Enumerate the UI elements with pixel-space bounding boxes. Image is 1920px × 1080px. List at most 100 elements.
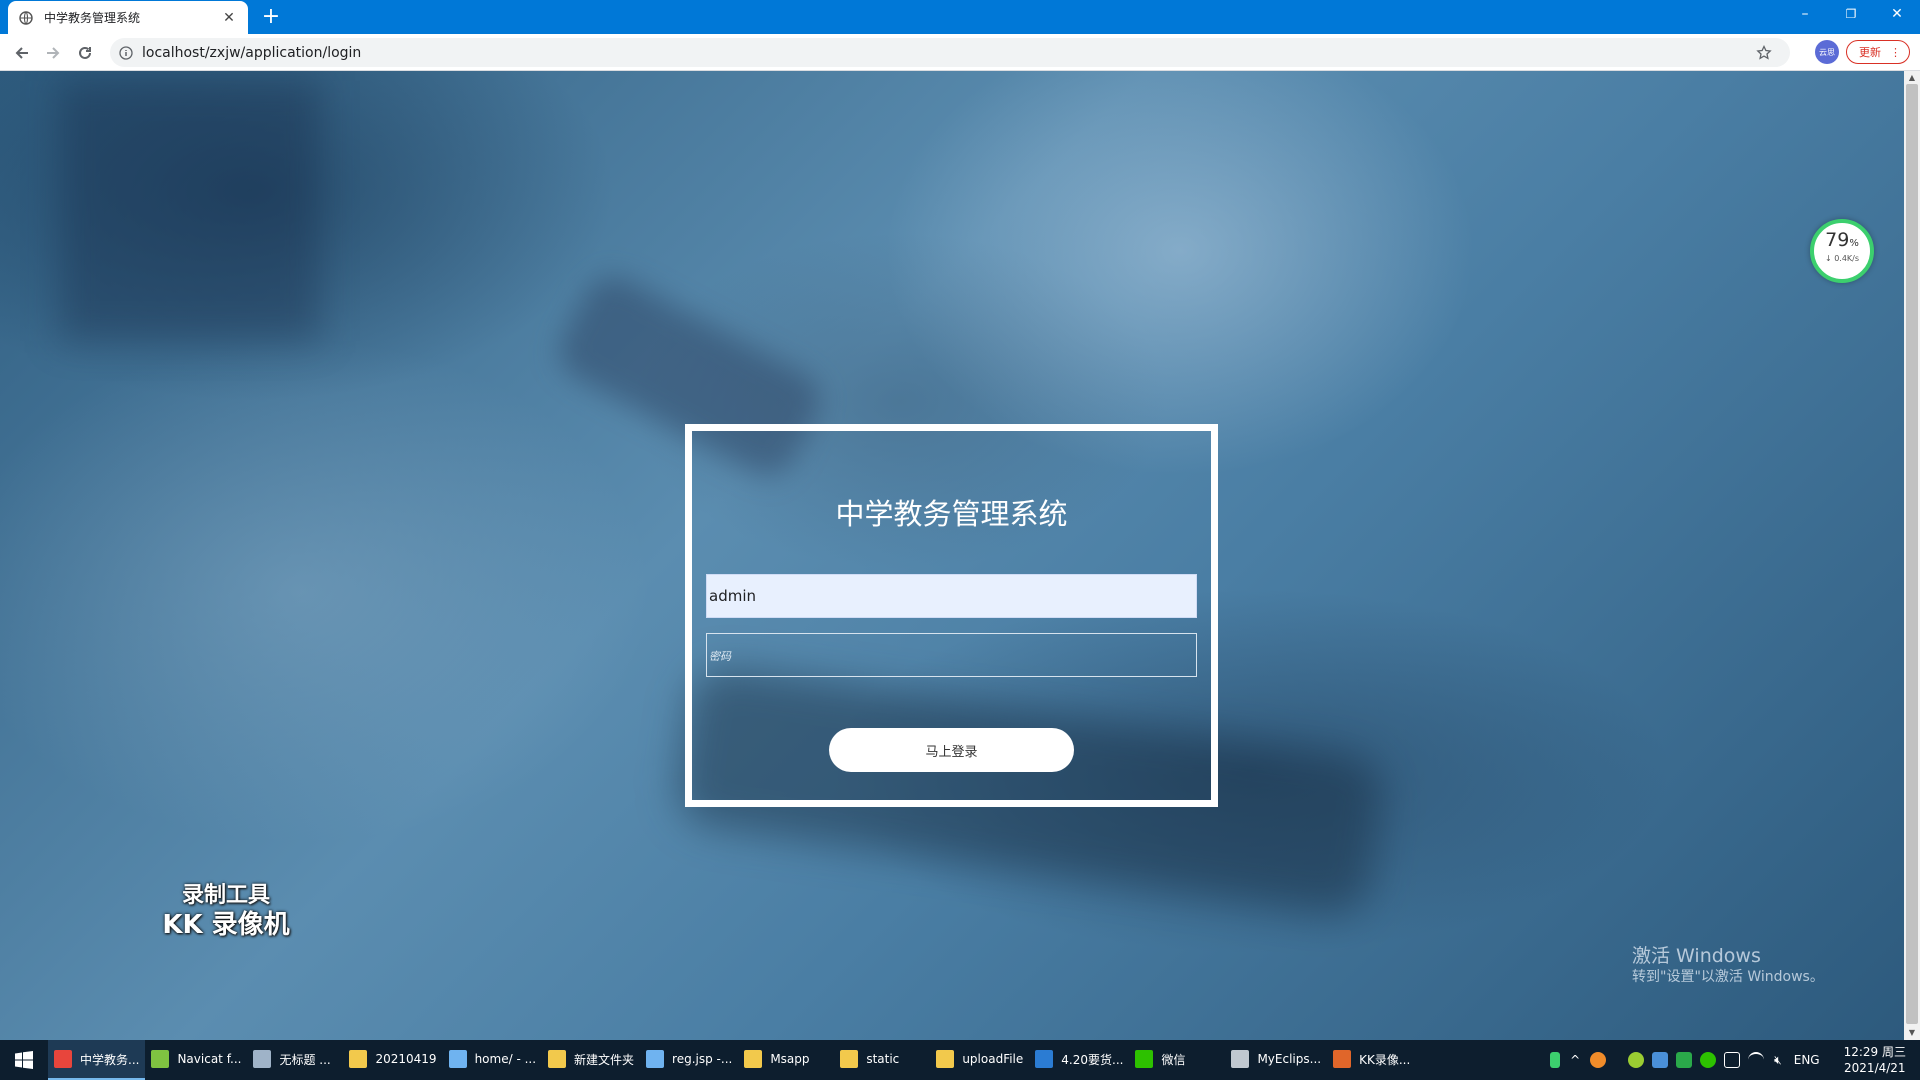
info-icon[interactable] xyxy=(118,45,134,61)
scroll-down-icon[interactable]: ▼ xyxy=(1904,1026,1920,1040)
taskbar-app-button[interactable]: MyEclips... xyxy=(1225,1040,1327,1080)
browser-tab[interactable]: 中学教务管理系统 ✕ xyxy=(8,1,248,34)
taskbar-app-button[interactable]: home/ - ... xyxy=(443,1040,542,1080)
taskbar-app-label: 中学教务... xyxy=(80,1052,140,1067)
taskbar-app-label: 20210419 xyxy=(375,1052,437,1066)
username-input[interactable] xyxy=(706,574,1197,618)
taskbar-app-button[interactable]: uploadFile xyxy=(930,1040,1029,1080)
taskbar-app-button[interactable]: static xyxy=(834,1040,930,1080)
taskbar-app-label: 4.20要货... xyxy=(1061,1052,1124,1067)
browser-titlebar: 中学教务管理系统 ✕ + – ❐ ✕ xyxy=(0,0,1920,34)
volume-muted-icon[interactable]: 🔇︎ xyxy=(1774,1053,1782,1068)
app-icon xyxy=(840,1050,859,1068)
nvidia-icon[interactable] xyxy=(1676,1052,1693,1068)
recorder-watermark: 录制工具 KK 录像机 xyxy=(156,882,296,940)
clock[interactable]: 12:29 周三 2021/4/21 xyxy=(1844,1044,1906,1076)
watermark-line: 录制工具 xyxy=(181,883,270,908)
app-icon xyxy=(253,1050,272,1068)
windows-activation-notice: 激活 Windows 转到"设置"以激活 Windows。 xyxy=(1632,944,1824,986)
update-button[interactable]: 更新 ⋮ xyxy=(1846,40,1910,64)
kebab-menu-icon[interactable]: ⋮ xyxy=(1890,46,1901,59)
forward-button[interactable] xyxy=(40,40,66,66)
taskbar-app-label: KK录像... xyxy=(1359,1052,1411,1067)
taskbar-app-label: static xyxy=(866,1052,900,1066)
app-icon xyxy=(1035,1050,1054,1068)
back-button[interactable] xyxy=(9,40,35,66)
taskbar-app-label: uploadFile xyxy=(962,1052,1024,1066)
network-speed-widget[interactable]: 79% ↓ 0.4K/s xyxy=(1810,219,1874,283)
taskbar-app-label: home/ - ... xyxy=(474,1052,537,1066)
login-card: 中学教务管理系统 马上登录 xyxy=(685,424,1218,807)
scrollbar-thumb[interactable] xyxy=(1906,84,1918,1024)
window-close-button[interactable]: ✕ xyxy=(1874,0,1920,30)
taskbar-app-button[interactable]: 无标题 ... xyxy=(247,1040,343,1080)
taskbar-app-label: 新建文件夹 xyxy=(574,1052,635,1067)
taskbar-app-label: reg.jsp -... xyxy=(672,1052,733,1066)
taskbar-app-label: 微信 xyxy=(1161,1052,1186,1067)
battery-icon[interactable] xyxy=(1550,1052,1561,1068)
scroll-up-icon[interactable]: ▲ xyxy=(1904,71,1920,85)
bookmark-star-icon[interactable] xyxy=(1754,43,1774,63)
app-icon xyxy=(448,1050,467,1068)
app-icon xyxy=(744,1050,763,1068)
globe-icon xyxy=(18,10,34,26)
taskbar-app-button[interactable]: 4.20要货... xyxy=(1029,1040,1129,1080)
speed-percent: 79% xyxy=(1825,229,1859,251)
password-input[interactable] xyxy=(706,633,1197,677)
url-text[interactable]: localhost/zxjw/application/login xyxy=(142,45,361,61)
taskbar-app-button[interactable]: 微信 xyxy=(1129,1040,1225,1080)
app-icon xyxy=(548,1050,567,1068)
app-icon xyxy=(151,1050,170,1068)
app-icon xyxy=(1231,1050,1250,1068)
taskbar-app-button[interactable]: 中学教务... xyxy=(48,1040,146,1080)
app-icon xyxy=(54,1050,72,1068)
taskbar-app-button[interactable]: KK录像... xyxy=(1327,1040,1423,1080)
wechat-tray-icon[interactable] xyxy=(1700,1052,1717,1068)
new-tab-button[interactable]: + xyxy=(258,4,284,30)
app-icon xyxy=(349,1050,368,1068)
restore-button[interactable]: ❐ xyxy=(1828,0,1874,30)
system-tray: ^ 🔇︎ ENG 12:29 周三 2021/4/21 xyxy=(1546,1040,1920,1080)
wifi-icon[interactable] xyxy=(1748,1052,1765,1068)
taskbar-app-label: MyEclips... xyxy=(1257,1052,1322,1066)
app-icon xyxy=(936,1050,955,1068)
app-tray-icon[interactable] xyxy=(1628,1052,1645,1068)
minimize-button[interactable]: – xyxy=(1782,0,1828,30)
taskbar-app-label: 无标题 ... xyxy=(279,1052,331,1067)
chevron-up-icon[interactable]: ^ xyxy=(1570,1053,1580,1067)
watermark-line: KK 录像机 xyxy=(162,910,290,940)
taskbar-app-button[interactable]: Navicat f... xyxy=(145,1040,247,1080)
taskbar-app-label: Navicat f... xyxy=(177,1052,242,1066)
login-title: 中学教务管理系统 xyxy=(835,497,1068,531)
tab-title: 中学教务管理系统 xyxy=(44,11,141,25)
address-bar[interactable]: localhost/zxjw/application/login xyxy=(110,38,1790,67)
app-icon xyxy=(646,1050,665,1068)
arrow-left-icon xyxy=(15,47,28,59)
background-image xyxy=(60,81,320,341)
taskbar-app-button[interactable]: 新建文件夹 xyxy=(542,1040,640,1080)
clock-time: 12:29 周三 xyxy=(1843,1045,1906,1059)
language-indicator[interactable]: ENG xyxy=(1794,1053,1820,1067)
activation-subtitle: 转到"设置"以激活 Windows。 xyxy=(1632,969,1824,985)
tab-close-icon[interactable]: ✕ xyxy=(220,10,238,26)
app-tray-icon[interactable] xyxy=(1652,1052,1669,1068)
app-icon xyxy=(1135,1050,1154,1068)
activation-title: 激活 Windows xyxy=(1632,945,1761,967)
app-icon xyxy=(1333,1050,1352,1068)
profile-avatar[interactable]: 云思 xyxy=(1815,40,1839,64)
taskbar-app-label: Msapp xyxy=(770,1052,810,1066)
speed-rate: ↓ 0.4K/s xyxy=(1824,254,1860,263)
reload-icon xyxy=(79,46,91,59)
login-button[interactable]: 马上登录 xyxy=(829,728,1074,772)
display-icon[interactable] xyxy=(1724,1052,1741,1068)
arrow-right-icon xyxy=(47,47,60,59)
start-button[interactable] xyxy=(0,1040,48,1080)
taskbar-app-button[interactable]: Msapp xyxy=(738,1040,834,1080)
taskbar-app-button[interactable]: reg.jsp -... xyxy=(640,1040,738,1080)
clock-date: 2021/4/21 xyxy=(1844,1061,1906,1075)
update-label: 更新 xyxy=(1859,46,1881,59)
windows-logo-icon xyxy=(15,1051,33,1069)
app-tray-icon[interactable] xyxy=(1590,1052,1607,1068)
reload-button[interactable] xyxy=(72,40,98,66)
taskbar-app-button[interactable]: 20210419 xyxy=(343,1040,442,1080)
